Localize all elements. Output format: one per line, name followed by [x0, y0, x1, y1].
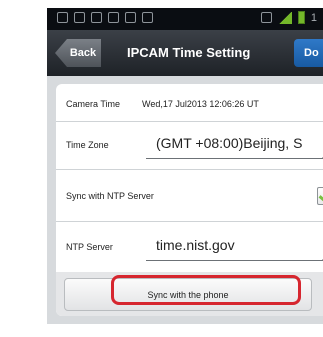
bluetooth-icon — [260, 12, 272, 23]
highlight-outline — [111, 275, 301, 305]
ntp-server-select[interactable]: time.nist.gov — [156, 237, 235, 253]
time-zone-row[interactable]: Time Zone (GMT +08:00)Beijing, S — [56, 122, 323, 170]
status-system: 1 — [260, 11, 317, 24]
notification-icon — [57, 12, 68, 23]
time-zone-label: Time Zone — [66, 140, 109, 150]
camera-time-row: Camera Time Wed,17 Jul2013 12:06:26 UT — [56, 84, 323, 122]
notification-icon — [108, 12, 119, 23]
time-zone-underline — [146, 158, 323, 159]
status-notifications — [57, 12, 153, 23]
ntp-server-label: NTP Server — [66, 242, 113, 252]
page-title: IPCAM Time Setting — [127, 45, 251, 60]
signal-icon — [277, 11, 292, 24]
ntp-server-row[interactable]: NTP Server time.nist.gov — [56, 222, 323, 272]
status-bar: 1 — [47, 8, 323, 30]
battery-icon — [297, 11, 305, 24]
notification-icon — [91, 12, 102, 23]
ntp-sync-label: Sync with NTP Server — [66, 191, 154, 201]
ntp-sync-checkbox[interactable] — [317, 186, 323, 205]
title-bar: Back IPCAM Time Setting Do — [47, 30, 323, 76]
camera-time-value: Wed,17 Jul2013 12:06:26 UT — [142, 99, 259, 109]
notification-icon — [74, 12, 85, 23]
ntp-server-underline — [146, 260, 323, 261]
done-button[interactable]: Do — [294, 39, 323, 67]
check-icon — [318, 186, 323, 204]
time-zone-select[interactable]: (GMT +08:00)Beijing, S — [156, 135, 302, 151]
status-time: 1 — [310, 11, 317, 24]
back-button[interactable]: Back — [55, 39, 101, 67]
notification-icon — [125, 12, 136, 23]
camera-time-label: Camera Time — [66, 99, 121, 109]
notification-icon — [142, 12, 153, 23]
ntp-sync-row: Sync with NTP Server — [56, 170, 323, 222]
